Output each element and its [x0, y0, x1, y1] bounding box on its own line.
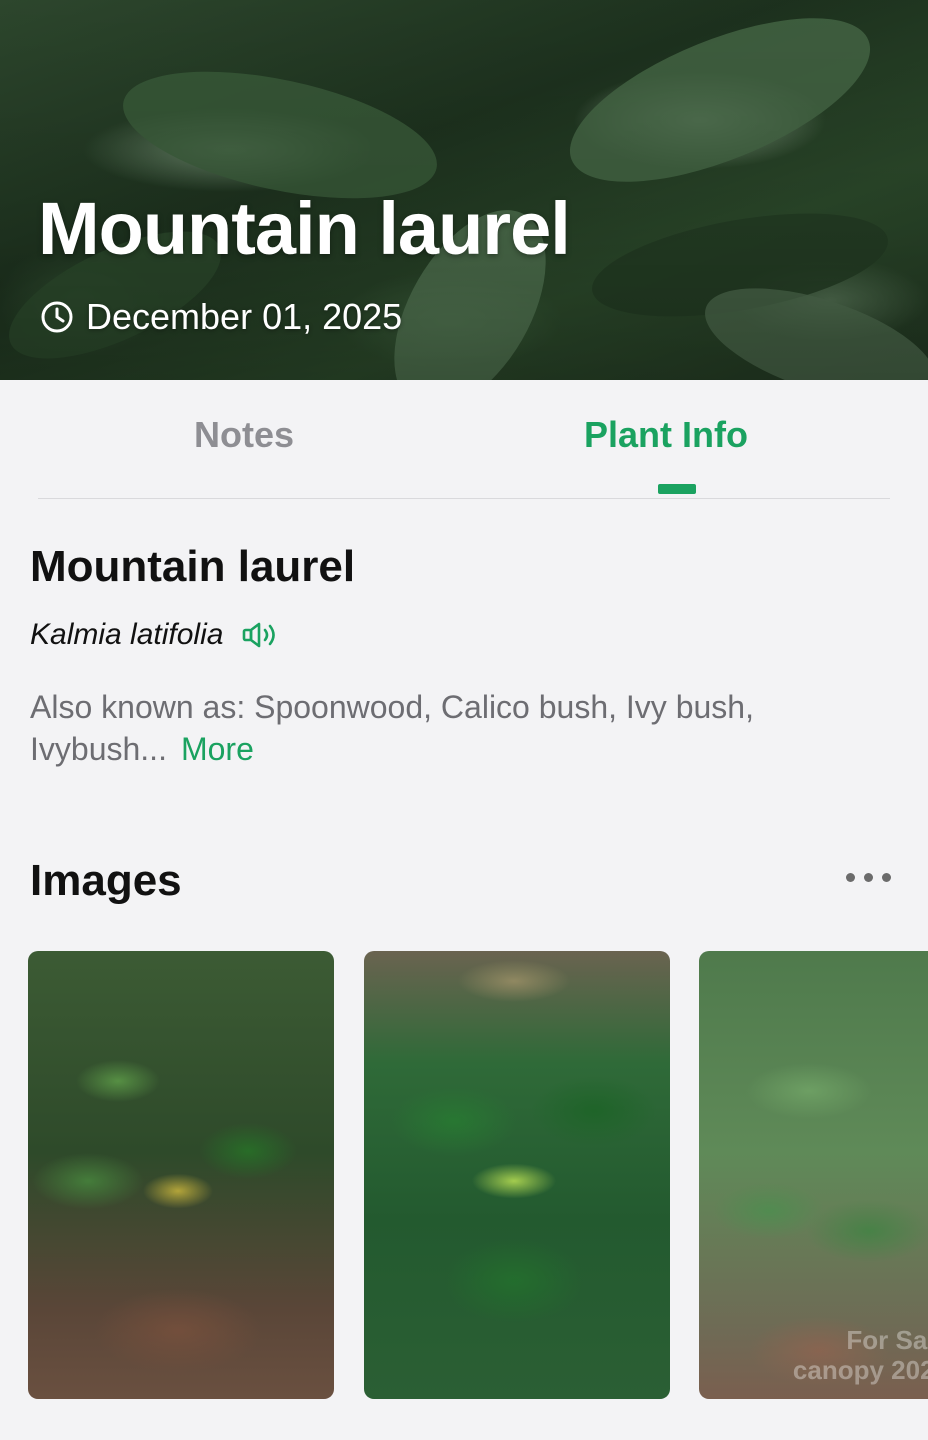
scientific-name-row: Kalmia latifolia	[30, 618, 281, 652]
images-section-title: Images	[30, 856, 182, 905]
plant-image-thumbnail[interactable]: For Sale canopy 2026	[699, 951, 928, 1399]
more-dots-icon[interactable]	[846, 873, 891, 882]
watermark: For Sale canopy 2026	[792, 1325, 928, 1385]
tab-bar: Notes Plant Info	[38, 380, 890, 499]
also-known-as: Also known as: Spoonwood, Calico bush, I…	[30, 686, 890, 770]
tab-notes[interactable]: Notes	[194, 414, 294, 456]
date-text: December 01, 2025	[86, 296, 403, 337]
plant-image-thumbnail[interactable]	[364, 951, 670, 1399]
tab-plant-info[interactable]: Plant Info	[584, 414, 748, 456]
speaker-icon[interactable]	[241, 620, 281, 650]
plant-image-thumbnail[interactable]	[28, 951, 334, 1399]
clock-icon	[41, 301, 73, 333]
scientific-name: Kalmia latifolia	[30, 618, 224, 651]
more-link[interactable]: More	[181, 731, 254, 767]
active-tab-indicator	[658, 484, 696, 494]
aka-text: Also known as: Spoonwood, Calico bush, I…	[30, 689, 754, 767]
plant-common-name: Mountain laurel	[30, 542, 356, 591]
date-row: December 01, 2025	[40, 296, 402, 338]
hero-title: Mountain laurel	[38, 187, 571, 270]
hero-image: Mountain laurel December 01, 2025	[0, 0, 928, 380]
